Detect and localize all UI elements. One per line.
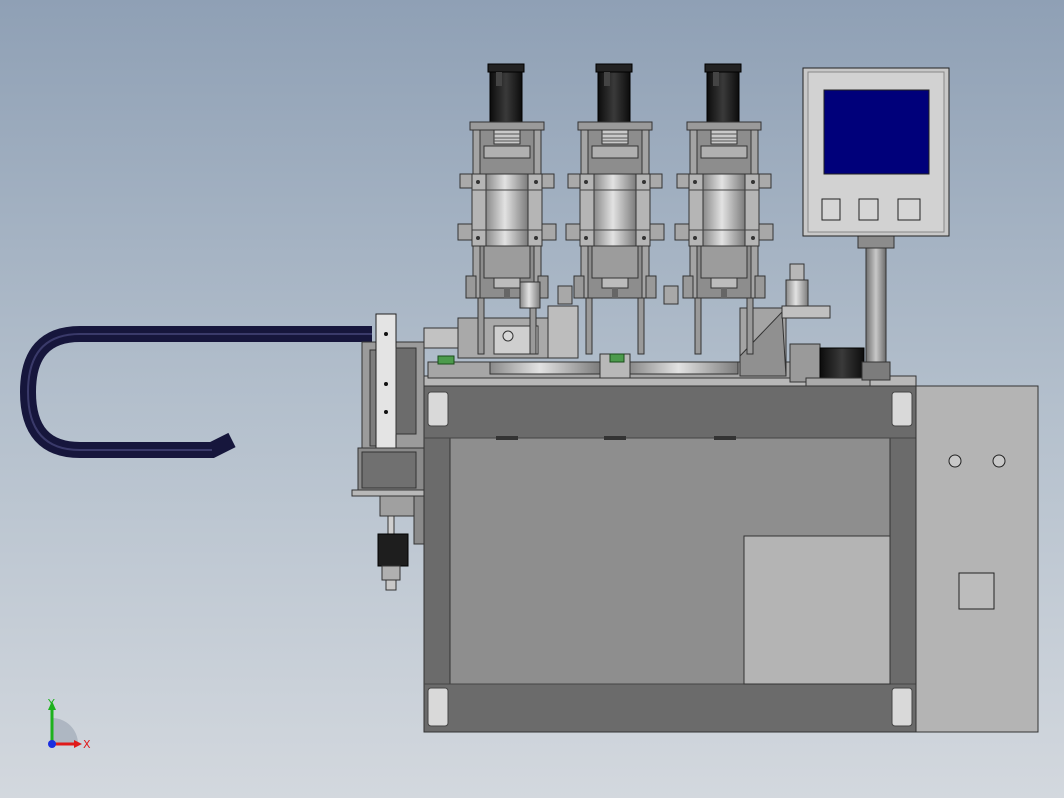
spindle-unit-2 bbox=[565, 63, 665, 355]
left-slide-assembly bbox=[351, 313, 427, 591]
spindle-unit-1 bbox=[457, 63, 557, 355]
hmi-button-2[interactable] bbox=[858, 198, 879, 221]
z-axis-dot bbox=[48, 740, 56, 748]
coordinate-triad: Y X bbox=[47, 697, 91, 751]
cad-viewport[interactable]: Y X bbox=[0, 0, 1064, 798]
hmi-panel[interactable] bbox=[802, 67, 950, 237]
y-axis-label: Y bbox=[47, 697, 55, 710]
x-axis-label: X bbox=[83, 738, 91, 751]
hmi-screen[interactable] bbox=[823, 89, 930, 175]
electrical-cabinet bbox=[915, 385, 1039, 733]
machine-frame bbox=[423, 375, 917, 733]
machine-model[interactable] bbox=[0, 0, 1064, 798]
cable-chain bbox=[19, 326, 372, 458]
hmi-button-1[interactable] bbox=[821, 198, 841, 221]
hmi-button-3[interactable] bbox=[897, 198, 921, 221]
